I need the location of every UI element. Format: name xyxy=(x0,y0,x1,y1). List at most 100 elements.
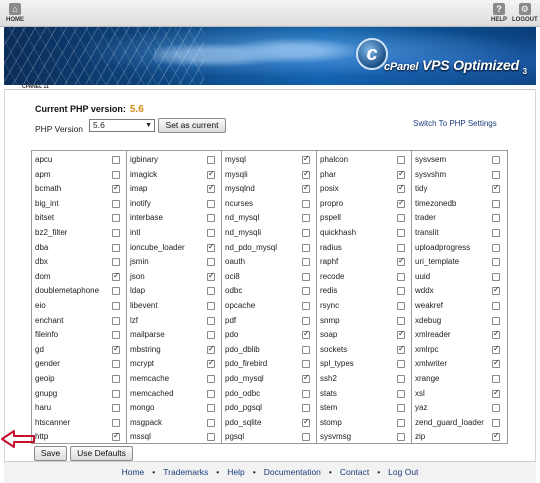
extension-checkbox[interactable] xyxy=(397,404,405,413)
extension-checkbox[interactable] xyxy=(492,214,500,223)
extension-checkbox[interactable] xyxy=(397,214,405,223)
extension-checkbox[interactable] xyxy=(397,183,405,194)
extension-checkbox[interactable] xyxy=(397,198,405,208)
extension-checkbox[interactable] xyxy=(207,316,215,325)
extension-checkbox[interactable] xyxy=(492,388,500,398)
extension-checkbox[interactable] xyxy=(492,358,500,369)
extension-checkbox[interactable] xyxy=(302,229,310,237)
extension-checkbox[interactable] xyxy=(112,418,120,427)
extension-checkbox[interactable] xyxy=(492,183,500,194)
extension-checkbox[interactable] xyxy=(112,183,120,194)
footer-link[interactable]: Log Out xyxy=(388,467,418,477)
footer-link[interactable]: Help xyxy=(227,467,244,477)
extension-checkbox[interactable] xyxy=(207,199,215,208)
extension-checkbox[interactable] xyxy=(397,433,405,442)
extension-checkbox[interactable] xyxy=(112,199,120,208)
extension-checkbox[interactable] xyxy=(492,285,500,296)
extension-checkbox[interactable] xyxy=(207,433,215,442)
use-defaults-button[interactable]: Use Defaults xyxy=(70,446,133,461)
extension-checkbox[interactable] xyxy=(207,375,215,383)
extension-checkbox[interactable] xyxy=(397,344,405,354)
extension-checkbox[interactable] xyxy=(302,169,310,179)
php-version-select[interactable]: 5.6 ▼ xyxy=(89,119,155,132)
extension-checkbox[interactable] xyxy=(302,154,310,164)
extension-checkbox[interactable] xyxy=(112,271,120,281)
extension-checkbox[interactable] xyxy=(492,272,500,281)
extension-checkbox[interactable] xyxy=(302,199,310,208)
footer-link[interactable]: Trademarks xyxy=(163,467,208,477)
extension-checkbox[interactable] xyxy=(207,287,215,296)
extension-checkbox[interactable] xyxy=(112,331,120,340)
extension-checkbox[interactable] xyxy=(207,229,215,237)
extension-checkbox[interactable] xyxy=(302,243,310,252)
extension-checkbox[interactable] xyxy=(492,404,500,413)
extension-checkbox[interactable] xyxy=(207,404,215,413)
extension-checkbox[interactable] xyxy=(112,243,120,252)
extension-checkbox[interactable] xyxy=(492,199,500,208)
extension-checkbox[interactable] xyxy=(492,316,500,325)
extension-checkbox[interactable] xyxy=(397,360,405,369)
extension-checkbox[interactable] xyxy=(302,183,310,194)
extension-checkbox[interactable] xyxy=(397,272,405,281)
extension-checkbox[interactable] xyxy=(112,375,120,383)
extension-checkbox[interactable] xyxy=(492,344,500,354)
extension-checkbox[interactable] xyxy=(492,229,500,237)
extension-checkbox[interactable] xyxy=(207,358,215,369)
extension-checkbox[interactable] xyxy=(112,258,120,267)
extension-checkbox[interactable] xyxy=(492,258,500,267)
extension-checkbox[interactable] xyxy=(207,331,215,340)
switch-to-php-settings-link[interactable]: Switch To PHP Settings xyxy=(413,119,497,128)
extension-checkbox[interactable] xyxy=(492,418,500,427)
footer-link[interactable]: Contact xyxy=(340,467,369,477)
extension-checkbox[interactable] xyxy=(397,329,405,340)
extension-checkbox[interactable] xyxy=(492,329,500,340)
save-button[interactable]: Save xyxy=(34,446,67,461)
extension-checkbox[interactable] xyxy=(207,258,215,267)
extension-checkbox[interactable] xyxy=(302,404,310,413)
set-as-current-button[interactable]: Set as current xyxy=(158,118,226,133)
extension-checkbox[interactable] xyxy=(492,156,500,164)
extension-checkbox[interactable] xyxy=(302,214,310,223)
extension-checkbox[interactable] xyxy=(492,170,500,179)
extension-checkbox[interactable] xyxy=(207,169,215,179)
extension-checkbox[interactable] xyxy=(207,344,215,354)
logout-nav[interactable]: ⚙ LOGOUT xyxy=(512,3,538,23)
extension-checkbox[interactable] xyxy=(492,431,500,442)
home-nav[interactable]: ⌂ HOME xyxy=(6,3,24,23)
footer-link[interactable]: Documentation xyxy=(264,467,321,477)
extension-checkbox[interactable] xyxy=(492,375,500,383)
extension-checkbox[interactable] xyxy=(112,170,120,179)
extension-checkbox[interactable] xyxy=(207,156,215,164)
extension-checkbox[interactable] xyxy=(207,389,215,398)
extension-checkbox[interactable] xyxy=(112,316,120,325)
extension-checkbox[interactable] xyxy=(397,229,405,237)
extension-checkbox[interactable] xyxy=(302,302,310,310)
extension-checkbox[interactable] xyxy=(112,404,120,413)
extension-checkbox[interactable] xyxy=(112,214,120,223)
extension-checkbox[interactable] xyxy=(397,287,405,296)
extension-checkbox[interactable] xyxy=(397,389,405,398)
extension-checkbox[interactable] xyxy=(397,316,405,325)
extension-checkbox[interactable] xyxy=(397,302,405,310)
extension-checkbox[interactable] xyxy=(302,373,310,383)
extension-checkbox[interactable] xyxy=(397,169,405,179)
extension-checkbox[interactable] xyxy=(302,329,310,340)
extension-checkbox[interactable] xyxy=(492,243,500,252)
extension-checkbox[interactable] xyxy=(302,345,310,354)
extension-checkbox[interactable] xyxy=(207,183,215,194)
extension-checkbox[interactable] xyxy=(112,229,120,237)
extension-checkbox[interactable] xyxy=(207,242,215,252)
extension-checkbox[interactable] xyxy=(302,389,310,398)
extension-checkbox[interactable] xyxy=(302,316,310,325)
extension-checkbox[interactable] xyxy=(397,375,405,383)
extension-checkbox[interactable] xyxy=(207,418,215,427)
extension-checkbox[interactable] xyxy=(112,389,120,398)
extension-checkbox[interactable] xyxy=(112,156,120,164)
extension-checkbox[interactable] xyxy=(112,344,120,354)
extension-checkbox[interactable] xyxy=(397,418,405,427)
extension-checkbox[interactable] xyxy=(302,258,310,267)
extension-checkbox[interactable] xyxy=(492,302,500,310)
extension-checkbox[interactable] xyxy=(397,256,405,267)
extension-checkbox[interactable] xyxy=(302,360,310,369)
extension-checkbox[interactable] xyxy=(112,287,120,296)
